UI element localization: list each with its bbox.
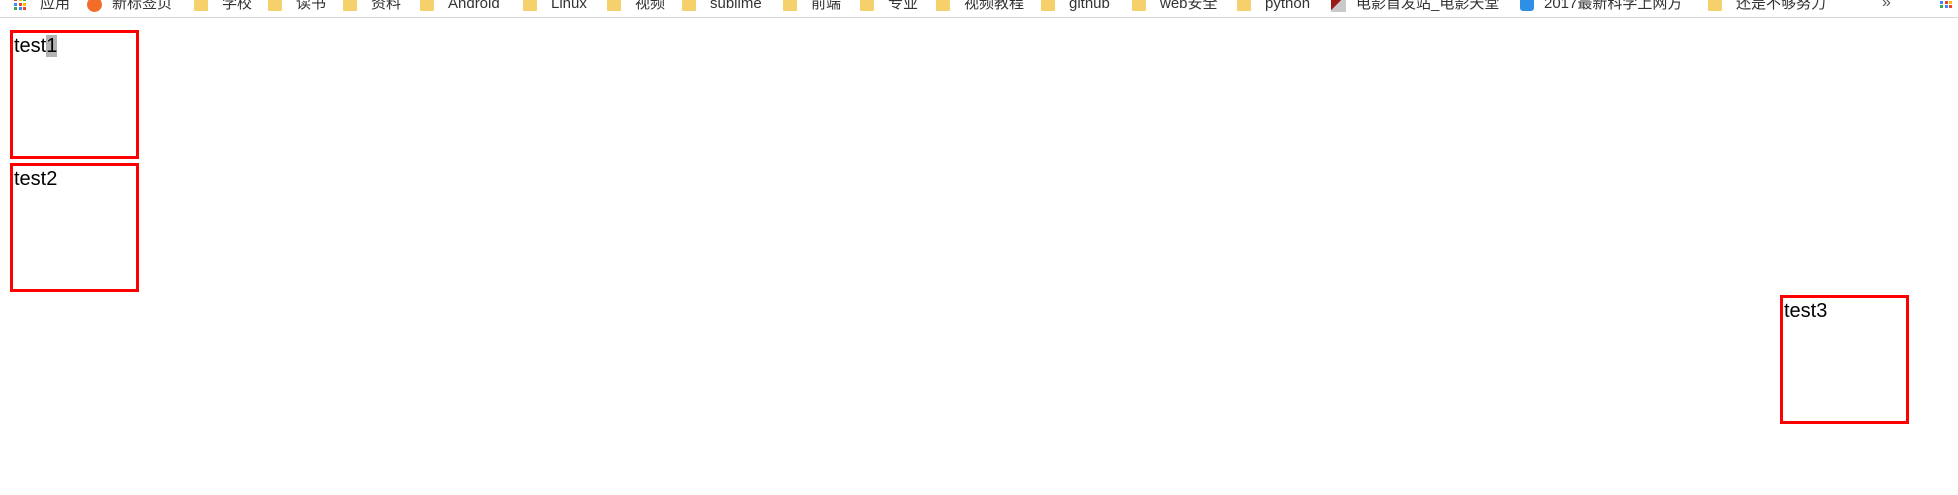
bookmark-folder-android[interactable]: Android bbox=[420, 0, 500, 13]
bookmark-label: sublime bbox=[710, 0, 762, 12]
apps-icon bbox=[14, 0, 26, 10]
bookmark-label: Linux bbox=[551, 0, 587, 12]
bookmark-folder-sublime[interactable]: sublime bbox=[682, 0, 762, 13]
bookmark-proxy-site[interactable]: 2017最新科学上网方 bbox=[1520, 0, 1682, 13]
bookmark-folder-materials[interactable]: 资料 bbox=[343, 0, 401, 13]
bookmark-label: 前端 bbox=[811, 0, 842, 12]
bookmark-label: python bbox=[1265, 0, 1311, 12]
apps-grid-icon[interactable] bbox=[1940, 0, 1952, 8]
folder-icon bbox=[343, 0, 357, 11]
bookmark-label: 还是不够努力 bbox=[1736, 0, 1827, 12]
folder-icon bbox=[1041, 0, 1055, 11]
folder-icon bbox=[607, 0, 621, 11]
bookmark-label: 读书 bbox=[296, 0, 327, 12]
box-text: test bbox=[14, 35, 47, 57]
bookmark-folder-not-enough-effort[interactable]: 还是不够努力 bbox=[1708, 0, 1826, 13]
bookmarks-overflow-chevron-icon[interactable]: » bbox=[1882, 0, 1891, 12]
folder-icon bbox=[420, 0, 434, 11]
bookmark-folder-frontend[interactable]: 前端 bbox=[783, 0, 841, 13]
bookmark-label: Android bbox=[448, 0, 500, 12]
bookmark-folder-python[interactable]: python bbox=[1237, 0, 1310, 13]
selected-text: 1 bbox=[46, 35, 58, 57]
folder-icon bbox=[860, 0, 874, 11]
folder-icon bbox=[194, 0, 208, 11]
bookmark-label: 电影首发站_电影天堂 bbox=[1356, 0, 1500, 12]
bookmark-label: 2017最新科学上网方 bbox=[1544, 0, 1683, 12]
bookmarks-bar: 应用 新标签页 学校 读书 资料 Android Linux 视频 sublim… bbox=[0, 0, 1958, 18]
bookmark-folder-github[interactable]: github bbox=[1041, 0, 1110, 13]
bookmark-label: web安全 bbox=[1160, 0, 1218, 12]
movie-site-icon bbox=[1331, 0, 1346, 12]
bookmark-folder-reading[interactable]: 读书 bbox=[268, 0, 326, 13]
bookmark-label: 资料 bbox=[371, 0, 402, 12]
test-box-3: test3 bbox=[1780, 295, 1909, 424]
folder-icon bbox=[523, 0, 537, 11]
blue-site-icon bbox=[1520, 0, 1534, 11]
folder-icon bbox=[268, 0, 282, 11]
bookmark-label: 学校 bbox=[222, 0, 253, 12]
orange-logo-icon bbox=[87, 0, 102, 12]
bookmark-label: 专业 bbox=[888, 0, 919, 12]
test-box-2: test2 bbox=[10, 163, 139, 292]
bookmark-folder-major[interactable]: 专业 bbox=[860, 0, 918, 13]
bookmark-label: 新标签页 bbox=[112, 0, 173, 12]
folder-icon bbox=[682, 0, 696, 11]
bookmark-folder-video-tutorials[interactable]: 视频教程 bbox=[936, 0, 1024, 13]
folder-icon bbox=[936, 0, 950, 11]
folder-icon bbox=[1132, 0, 1146, 11]
test-box-1: test1 bbox=[10, 30, 139, 159]
folder-icon bbox=[783, 0, 797, 11]
bookmark-folder-web-security[interactable]: web安全 bbox=[1132, 0, 1218, 13]
folder-icon bbox=[1237, 0, 1251, 11]
bookmark-label: github bbox=[1069, 0, 1110, 12]
bookmark-label: 视频教程 bbox=[964, 0, 1025, 12]
bookmark-folder-school[interactable]: 学校 bbox=[194, 0, 252, 13]
bookmark-new-tab[interactable]: 新标签页 bbox=[87, 0, 172, 13]
folder-icon bbox=[1708, 0, 1722, 11]
box-text: test3 bbox=[1784, 300, 1828, 322]
bookmark-movie-site[interactable]: 电影首发站_电影天堂 bbox=[1331, 0, 1499, 13]
bookmark-label: 视频 bbox=[635, 0, 666, 12]
box-text: test2 bbox=[14, 168, 58, 190]
bookmark-folder-video[interactable]: 视频 bbox=[607, 0, 665, 13]
bookmark-apps[interactable]: 应用 bbox=[14, 0, 70, 13]
bookmark-label: 应用 bbox=[40, 0, 71, 12]
bookmark-folder-linux[interactable]: Linux bbox=[523, 0, 587, 13]
